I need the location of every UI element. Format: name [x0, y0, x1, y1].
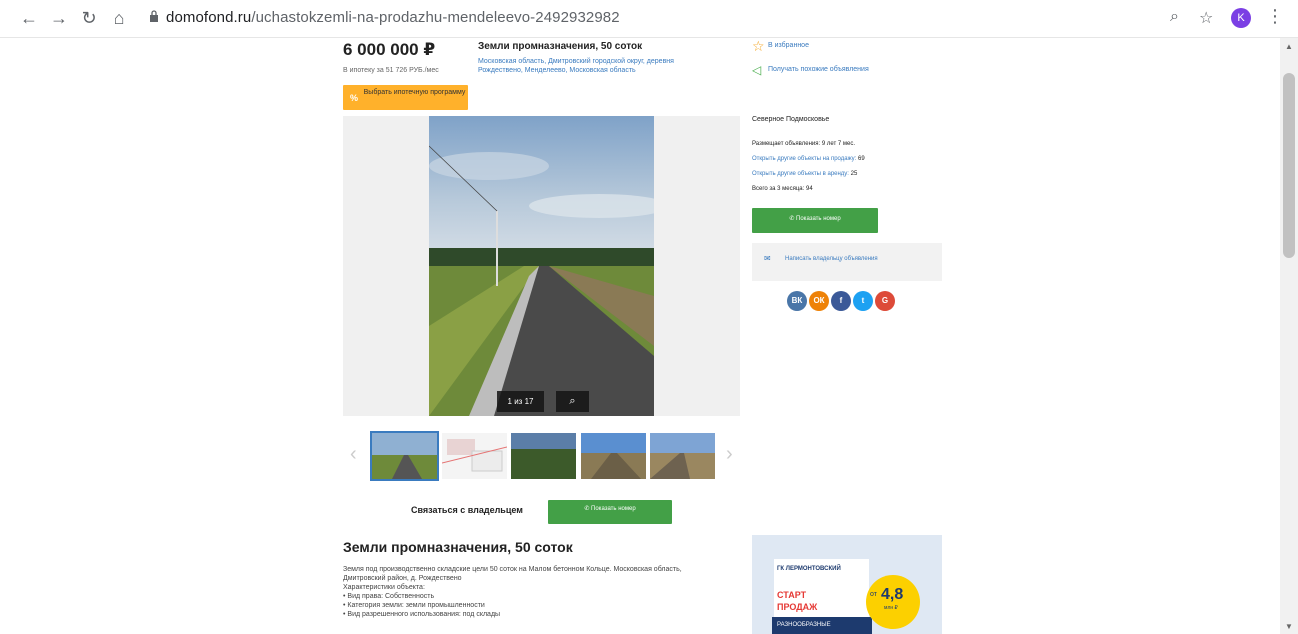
photo-counter: 1 из 17: [497, 391, 544, 412]
description-body: Земля под производственно складские цели…: [343, 565, 743, 619]
description-line: Дмитровский район, д. Рождествено: [343, 575, 462, 582]
scroll-down-icon[interactable]: ▼: [1285, 622, 1293, 631]
twitter-share-icon[interactable]: t: [853, 291, 873, 311]
thumbnail[interactable]: [442, 433, 507, 479]
star-icon[interactable]: ☆: [1199, 8, 1213, 28]
ad-brand: ГК ЛЕРМОНТОВСКИЙ: [777, 566, 841, 572]
seller-since: Размещает объявления: 9 лет 7 мес.: [752, 141, 856, 147]
home-icon[interactable]: ⌂: [108, 7, 130, 29]
scroll-thumb[interactable]: [1283, 73, 1295, 258]
lock-icon: [150, 10, 158, 22]
forward-arrow-icon[interactable]: →: [48, 7, 70, 29]
contact-owner-label: Связаться с владельцем: [411, 505, 523, 515]
ad-banner[interactable]: ГК ЛЕРМОНТОВСКИЙ СТАРТ ПРОДАЖ РАЗНООБРАЗ…: [752, 535, 942, 634]
thumbs-next-arrow[interactable]: ›: [726, 443, 733, 466]
other-rent-link[interactable]: Открыть другие объекты в аренду:: [752, 171, 849, 177]
reload-icon[interactable]: ↻: [78, 7, 100, 29]
subscribe-icon[interactable]: ◁: [752, 63, 761, 77]
listing-address[interactable]: Московская область, Дмитровский городско…: [478, 57, 718, 75]
browser-toolbar: ← → ↻ ⌂ domofond.ru/uchastokzemli-na-pro…: [0, 0, 1298, 38]
scrollbar[interactable]: ▲ ▼: [1280, 38, 1298, 634]
thumbs-prev-arrow[interactable]: ‹: [350, 443, 357, 466]
ad-line3: РАЗНООБРАЗНЫЕ: [777, 622, 831, 628]
seller-total-row: Всего за 3 месяца: 94: [752, 186, 813, 192]
seller-sale-row: Открыть другие объекты на продажу: 69: [752, 156, 865, 162]
vk-share-icon[interactable]: ВК: [787, 291, 807, 311]
description-line: Характеристики объекта:: [343, 584, 425, 591]
ad-badge-prefix: от: [870, 591, 877, 598]
back-arrow-icon[interactable]: ←: [18, 7, 40, 29]
listing-title: Земли промназначения, 50 соток: [478, 41, 643, 52]
show-phone-button[interactable]: ✆ Показать номер: [752, 208, 878, 233]
mortgage-text[interactable]: В ипотеку за 51 726 РУБ./мес: [343, 67, 439, 74]
menu-dots-icon[interactable]: ⋮: [1266, 6, 1284, 27]
thumbnail[interactable]: [650, 433, 715, 479]
envelope-icon: ✉: [764, 254, 771, 263]
description-line: Земля под производственно складские цели…: [343, 566, 682, 573]
write-owner-button[interactable]: [752, 243, 942, 281]
field-road-photo: [429, 116, 654, 416]
thumbnail[interactable]: [581, 433, 646, 479]
favorite-link[interactable]: В избранное: [768, 42, 809, 49]
write-owner-label[interactable]: Написать владельцу объявления: [785, 256, 878, 262]
photo-zoom-button[interactable]: ⌕: [556, 391, 589, 412]
profile-avatar[interactable]: K: [1231, 8, 1251, 28]
description-line: • Вид разрешенного использования: под ск…: [343, 611, 501, 618]
description-title: Земли промназначения, 50 соток: [343, 539, 573, 555]
percent-icon: %: [350, 93, 359, 103]
ad-line2: ПРОДАЖ: [777, 602, 818, 612]
show-phone-button-bottom[interactable]: ✆ Показать номер: [548, 500, 672, 524]
address-bar[interactable]: domofond.ru/uchastokzemli-na-prodazhu-me…: [166, 9, 620, 26]
ok-share-icon[interactable]: ОК: [809, 291, 829, 311]
description-line: • Вид права: Собственность: [343, 593, 435, 600]
thumbnail[interactable]: [511, 433, 576, 479]
ad-badge-unit: млн ₽: [884, 605, 898, 611]
ad-line1: СТАРТ: [777, 590, 807, 600]
description-line: • Категория земли: земли промышленности: [343, 602, 485, 609]
listing-price: 6 000 000 ₽: [343, 40, 436, 59]
similar-listings-link[interactable]: Получать похожие объявления: [768, 66, 869, 73]
search-icon: ⌕: [569, 395, 576, 407]
ad-badge-value: 4,8: [881, 586, 904, 603]
seller-rent-row: Открыть другие объекты в аренду: 25: [752, 171, 858, 177]
mortgage-button-label: Выбрать ипотечную программу: [363, 89, 466, 96]
star-outline-icon[interactable]: ☆: [752, 38, 765, 55]
google-share-icon[interactable]: G: [875, 291, 895, 311]
thumbnail[interactable]: [370, 431, 439, 481]
other-sale-link[interactable]: Открыть другие объекты на продажу:: [752, 156, 856, 162]
scroll-up-icon[interactable]: ▲: [1285, 42, 1293, 51]
zoom-icon[interactable]: ⌕: [1170, 8, 1179, 26]
facebook-share-icon[interactable]: f: [831, 291, 851, 311]
mortgage-button[interactable]: % Выбрать ипотечную программу: [343, 85, 468, 110]
main-photo[interactable]: [429, 116, 654, 416]
seller-name: Северное Подмосковье: [752, 116, 830, 123]
